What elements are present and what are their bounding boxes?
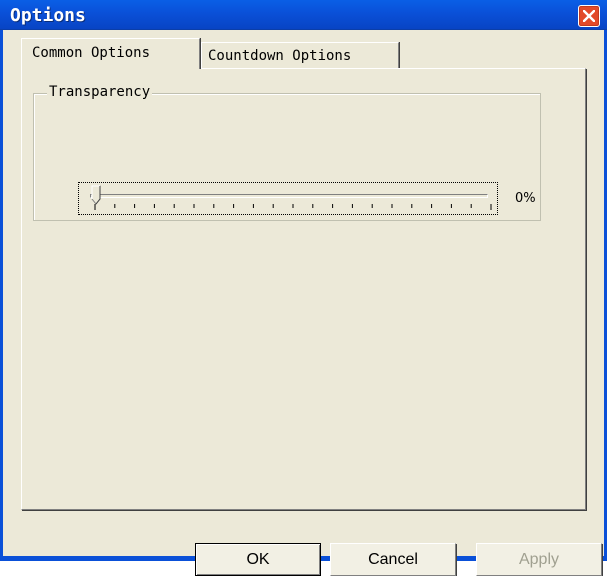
- slider-ticks: [94, 204, 492, 210]
- apply-button-label: Apply: [518, 551, 560, 568]
- apply-button[interactable]: Apply: [476, 543, 602, 576]
- title-bar[interactable]: Options: [0, 0, 607, 30]
- slider-track[interactable]: [90, 194, 488, 198]
- close-button[interactable]: [578, 5, 600, 27]
- dialog-client-area: Countdown Options Common Options Transpa…: [3, 30, 604, 576]
- cancel-button[interactable]: Cancel: [330, 543, 456, 576]
- cancel-button-label: Cancel: [368, 551, 418, 568]
- options-dialog: Options Countdown Options Common Options…: [0, 0, 607, 576]
- transparency-value-label: 0%: [515, 191, 536, 206]
- window-title: Options: [10, 5, 86, 26]
- slider-thumb[interactable]: [91, 185, 101, 205]
- transparency-group-label: Transparency: [47, 83, 153, 101]
- ok-button[interactable]: OK: [195, 543, 321, 576]
- tab-countdown-options[interactable]: Countdown Options: [201, 42, 399, 68]
- close-icon: [583, 10, 595, 22]
- tab-label: Common Options: [32, 45, 151, 61]
- tab-label: Countdown Options: [208, 48, 352, 64]
- tab-common-options[interactable]: Common Options: [21, 38, 200, 69]
- ok-button-label: OK: [246, 551, 270, 568]
